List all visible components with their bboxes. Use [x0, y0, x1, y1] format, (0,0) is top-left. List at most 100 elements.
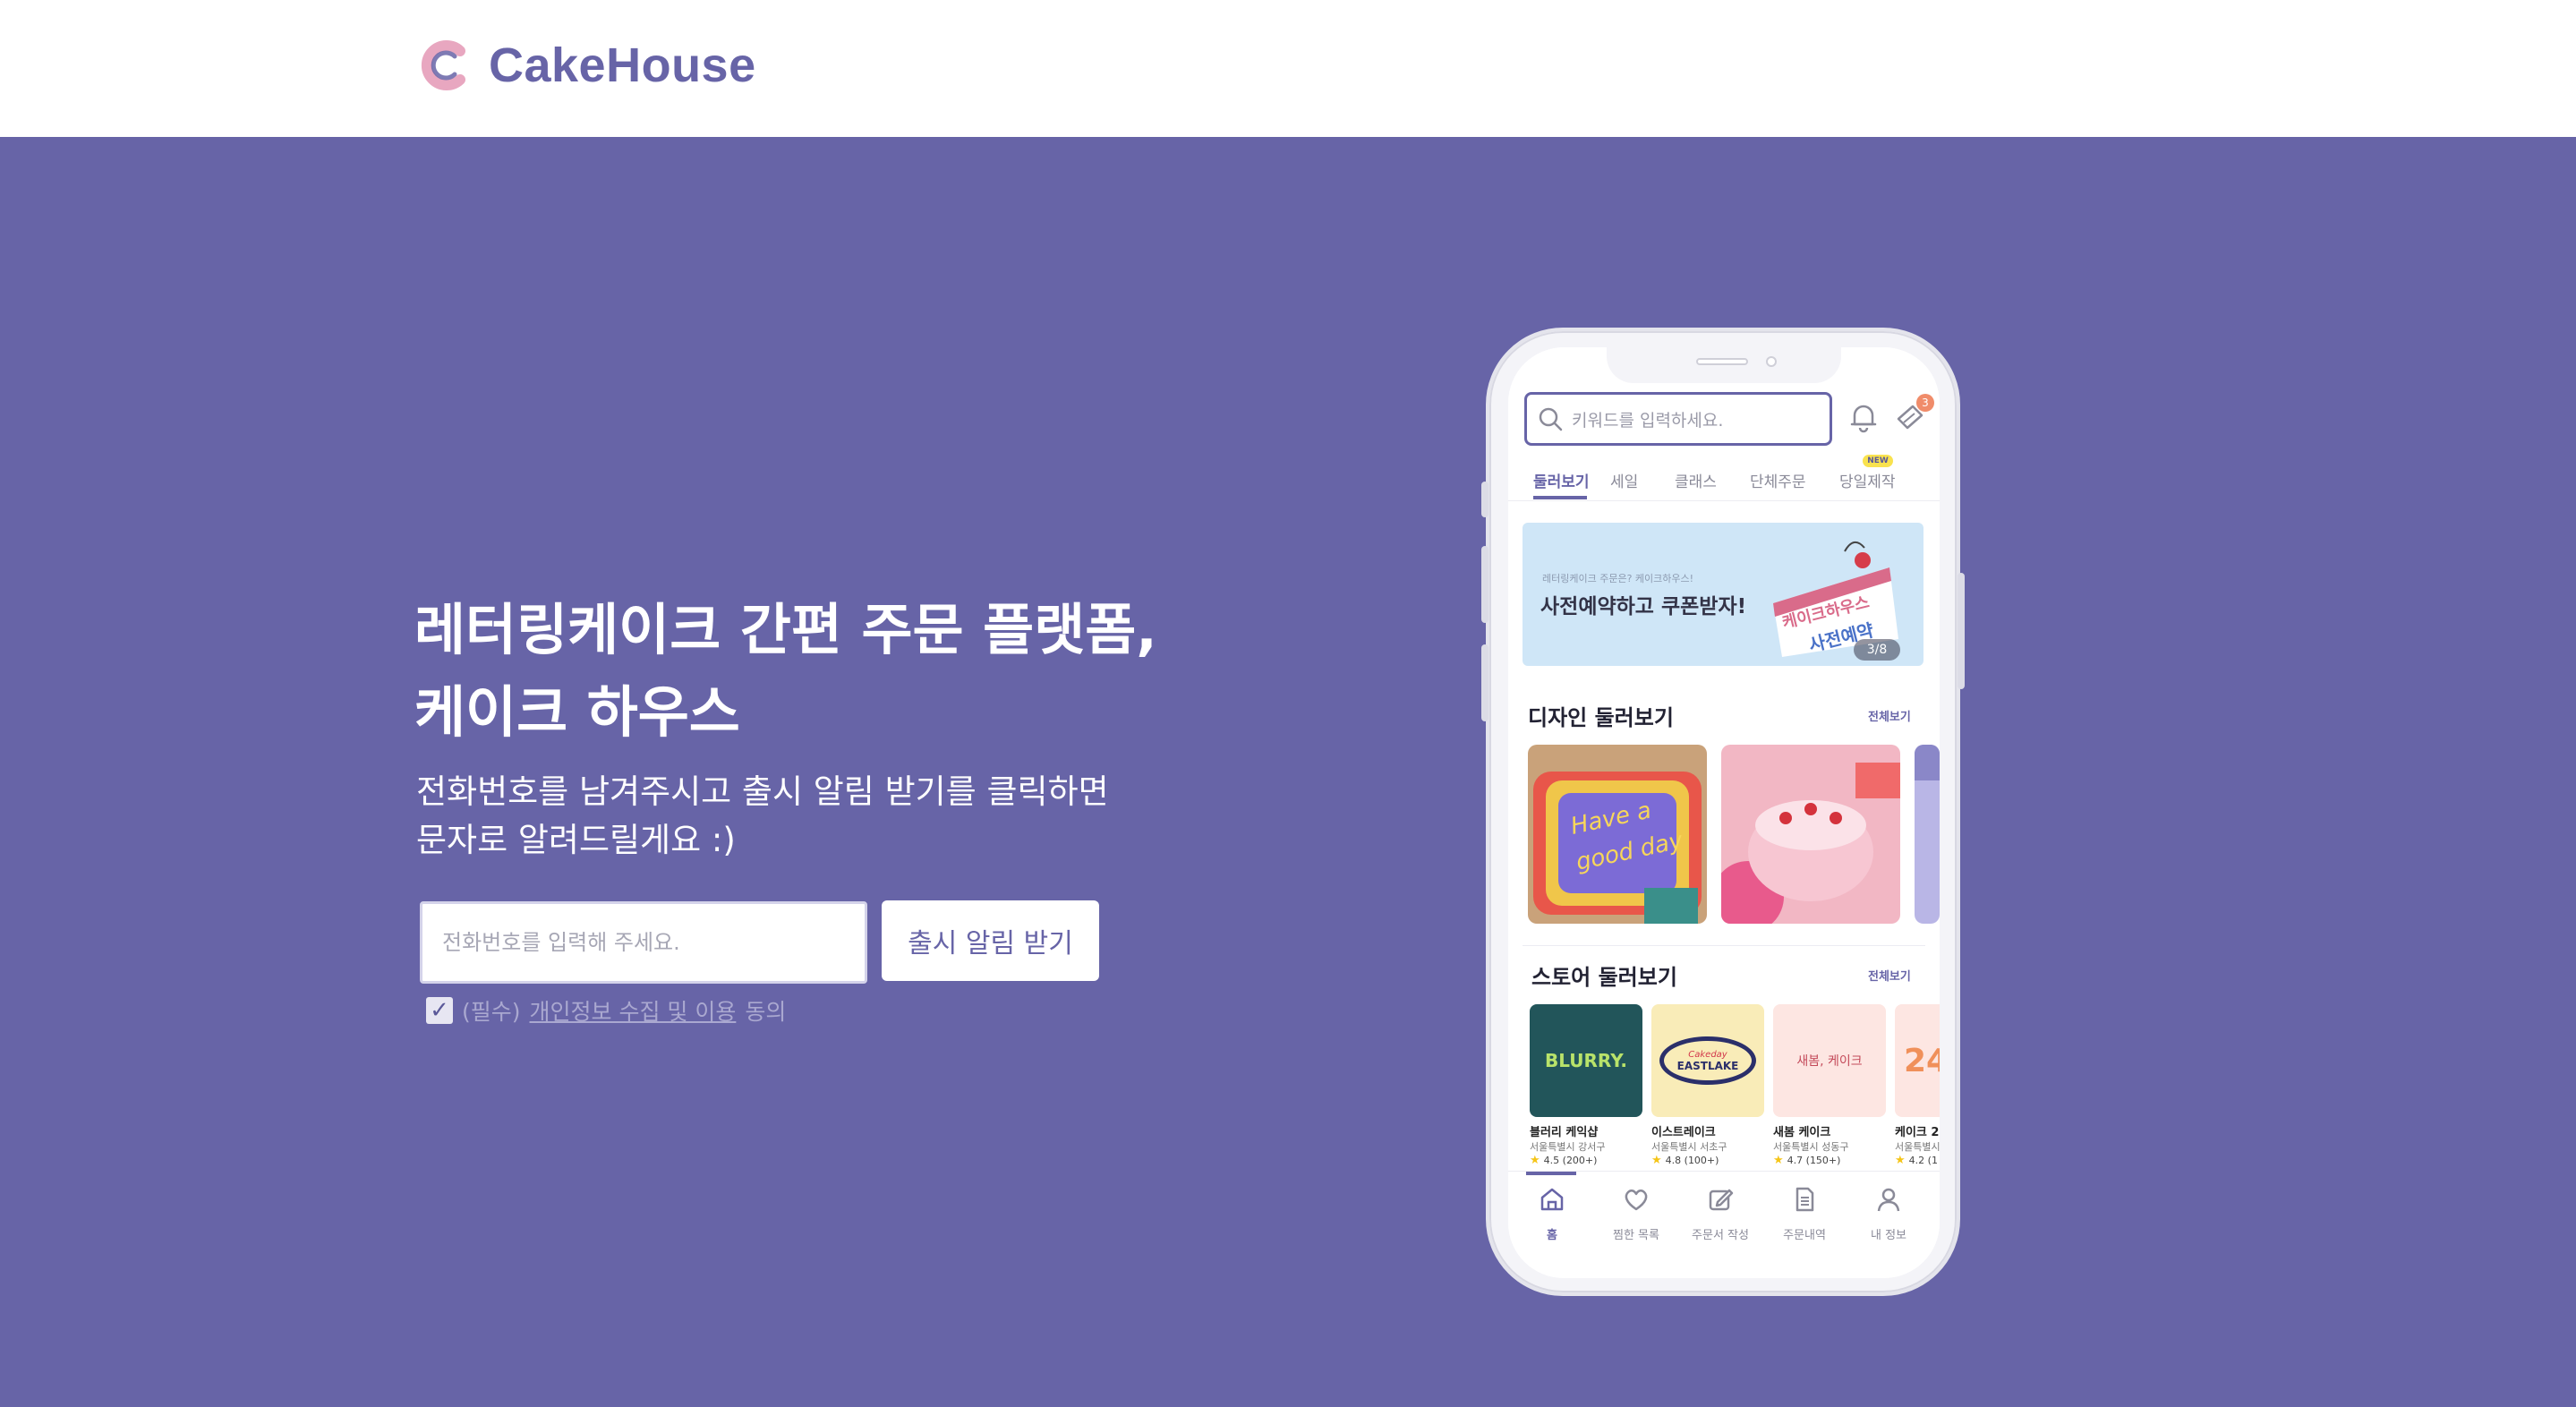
phone-number-input[interactable] [420, 901, 867, 984]
store-card[interactable]: Cakeday EASTLAKE 이스트레이크 서울특별시 서초구 ★ 4.8 (… [1651, 1004, 1764, 1167]
design-section-title: 디자인 둘러보기 [1528, 705, 1674, 730]
bottom-navigation: 홈 찜한 목록 주문서 작성 주문내역 내 정보 [1508, 1171, 1940, 1278]
edit-icon [1709, 1189, 1734, 1211]
star-icon: ★ [1773, 1154, 1784, 1167]
star-icon: ★ [1895, 1154, 1906, 1167]
design-card[interactable] [1721, 745, 1900, 924]
user-icon [1877, 1188, 1900, 1212]
store-card[interactable]: 새봄, 케이크 새봄 케이크 서울특별시 성동구 ★ 4.7 (150+) [1773, 1004, 1886, 1167]
hero-title: 레터링케이크 간편 주문 플랫폼, 케이크 하우스 [414, 589, 1157, 754]
logo[interactable]: CakeHouse [421, 38, 756, 93]
search-placeholder: 키워드를 입력하세요. [1572, 410, 1724, 431]
hero-subtitle-line-1: 전화번호를 남겨주시고 출시 알림 받기를 클릭하면 [416, 772, 1109, 811]
phone-side-button [1481, 546, 1488, 623]
bell-icon[interactable] [1846, 399, 1881, 435]
nav-label: 홈 [1547, 1229, 1557, 1242]
tab-class[interactable]: 클래스 [1675, 469, 1717, 491]
consent-checkbox[interactable]: ✓ [426, 997, 453, 1024]
nav-my-info[interactable]: 내 정보 [1848, 1184, 1929, 1242]
store-card[interactable]: BLURRY. 블러리 케익샵 서울특별시 강서구 ★ 4.5 (200+) [1530, 1004, 1642, 1167]
store-location: 서울특별시 서초구 [1651, 1141, 1727, 1153]
hero-title-line-2: 케이크 하우스 [414, 679, 740, 745]
store-rating-value: 4.2 (1 [1908, 1155, 1938, 1166]
store-logo-text: 24 [1904, 1042, 1940, 1079]
app-search-input[interactable]: 키워드를 입력하세요. [1524, 392, 1832, 446]
privacy-policy-link[interactable]: 개인정보 수집 및 이용 [530, 994, 737, 1027]
notification-badge: 3 [1916, 394, 1934, 412]
category-tabs: 둘러보기 세일 클래스 단체주문 당일제작 NEW [1508, 455, 1940, 501]
design-see-all-link[interactable]: 전체보기 [1868, 707, 1911, 724]
store-thumbnail: Cakeday EASTLAKE [1651, 1004, 1764, 1117]
cake-logo-icon [421, 40, 465, 90]
star-icon: ★ [1530, 1154, 1540, 1167]
nav-label: 주문내역 [1783, 1229, 1826, 1242]
tab-group-order[interactable]: 단체주문 [1750, 469, 1806, 491]
store-name: 블러리 케익샵 [1530, 1126, 1599, 1139]
consent-required-label: (필수) [462, 999, 521, 1025]
nav-wishlist[interactable]: 찜한 목록 [1596, 1184, 1676, 1242]
home-icon [1540, 1188, 1564, 1211]
phone-side-button [1958, 573, 1965, 689]
banner-pager: 3/8 [1854, 639, 1900, 661]
nav-label: 내 정보 [1870, 1229, 1906, 1242]
store-logo: Cakeday EASTLAKE [1659, 1036, 1756, 1085]
nav-label: 주문서 작성 [1692, 1229, 1749, 1242]
phone-side-button [1481, 644, 1488, 721]
promo-banner[interactable]: 레터링케이크 주문은? 케이크하우스! 사전예약하고 쿠폰받자! 케이크하우스 … [1523, 523, 1923, 666]
nav-label: 찜한 목록 [1613, 1229, 1659, 1242]
store-rating: ★ 4.2 (1 [1895, 1154, 1940, 1167]
consent-suffix: 동의 [745, 999, 787, 1025]
tab-same-day[interactable]: 당일제작 [1839, 469, 1896, 491]
star-icon: ★ [1651, 1154, 1662, 1167]
nav-order-history[interactable]: 주문내역 [1764, 1184, 1845, 1242]
camera-icon [1766, 356, 1777, 367]
privacy-consent: ✓ (필수) 개인정보 수집 및 이용 동의 [426, 994, 786, 1027]
active-nav-indicator [1526, 1172, 1576, 1175]
banner-caption: 레터링케이크 주문은? 케이크하우스! [1542, 573, 1694, 584]
store-rating-value: 4.5 (200+) [1543, 1155, 1598, 1166]
tab-browse[interactable]: 둘러보기 [1533, 469, 1590, 491]
store-logo-text: 새봄, 케이크 [1796, 1054, 1863, 1069]
pink-cake-image [1721, 745, 1900, 924]
hero-subtitle-line-2: 문자로 알려드릴게요 :) [416, 821, 736, 859]
store-rating-value: 4.8 (100+) [1665, 1155, 1719, 1166]
store-see-all-link[interactable]: 전체보기 [1868, 967, 1911, 984]
tab-sale[interactable]: 세일 [1610, 469, 1638, 491]
hero-title-line-1: 레터링케이크 간편 주문 플랫폼, [414, 597, 1157, 662]
document-icon [1796, 1187, 1814, 1212]
banner-headline: 사전예약하고 쿠폰받자! [1540, 595, 1747, 618]
heart-icon [1625, 1190, 1648, 1211]
section-divider [1523, 945, 1925, 946]
cake-image [1915, 745, 1940, 924]
store-location: 서울특별시 강서구 [1530, 1141, 1606, 1153]
nav-write-order[interactable]: 주문서 작성 [1680, 1184, 1761, 1242]
search-icon [1539, 407, 1563, 431]
phone-notch [1607, 347, 1841, 383]
design-card[interactable]: Have a good day [1528, 745, 1707, 924]
store-card[interactable]: 24 케이크 24 서울특별시 ★4.2 (1 [1895, 1004, 1940, 1167]
store-rating-value: 4.7 (150+) [1787, 1155, 1841, 1166]
store-logo-text: Cakeday [1688, 1049, 1727, 1060]
design-card[interactable] [1915, 745, 1940, 924]
store-location: 서울특별시 성동구 [1773, 1141, 1849, 1153]
store-thumbnail: BLURRY. [1530, 1004, 1642, 1117]
store-rating: ★ 4.7 (150+) [1773, 1154, 1886, 1167]
active-tab-indicator [1533, 496, 1587, 499]
store-name: 케이크 24 [1895, 1126, 1940, 1139]
new-badge: NEW [1863, 455, 1893, 467]
store-rating: ★ 4.8 (100+) [1651, 1154, 1764, 1167]
top-header: CakeHouse [0, 0, 2576, 137]
store-location: 서울특별시 [1895, 1141, 1940, 1153]
store-logo-text: EASTLAKE [1676, 1059, 1739, 1072]
store-thumbnail: 24 [1895, 1004, 1940, 1117]
store-name: 이스트레이크 [1651, 1126, 1716, 1139]
nav-home[interactable]: 홈 [1512, 1184, 1592, 1242]
lettering-cake-image: Have a good day [1528, 745, 1707, 924]
store-section-title: 스토어 둘러보기 [1531, 965, 1677, 990]
hero-subtitle: 전화번호를 남겨주시고 출시 알림 받기를 클릭하면 문자로 알려드릴게요 :) [416, 768, 1109, 865]
store-logo-text: BLURRY. [1545, 1050, 1627, 1071]
store-thumbnail: 새봄, 케이크 [1773, 1004, 1886, 1117]
brand-name: CakeHouse [489, 38, 756, 92]
speaker-icon [1696, 358, 1748, 365]
release-notify-button[interactable]: 출시 알림 받기 [882, 900, 1099, 981]
